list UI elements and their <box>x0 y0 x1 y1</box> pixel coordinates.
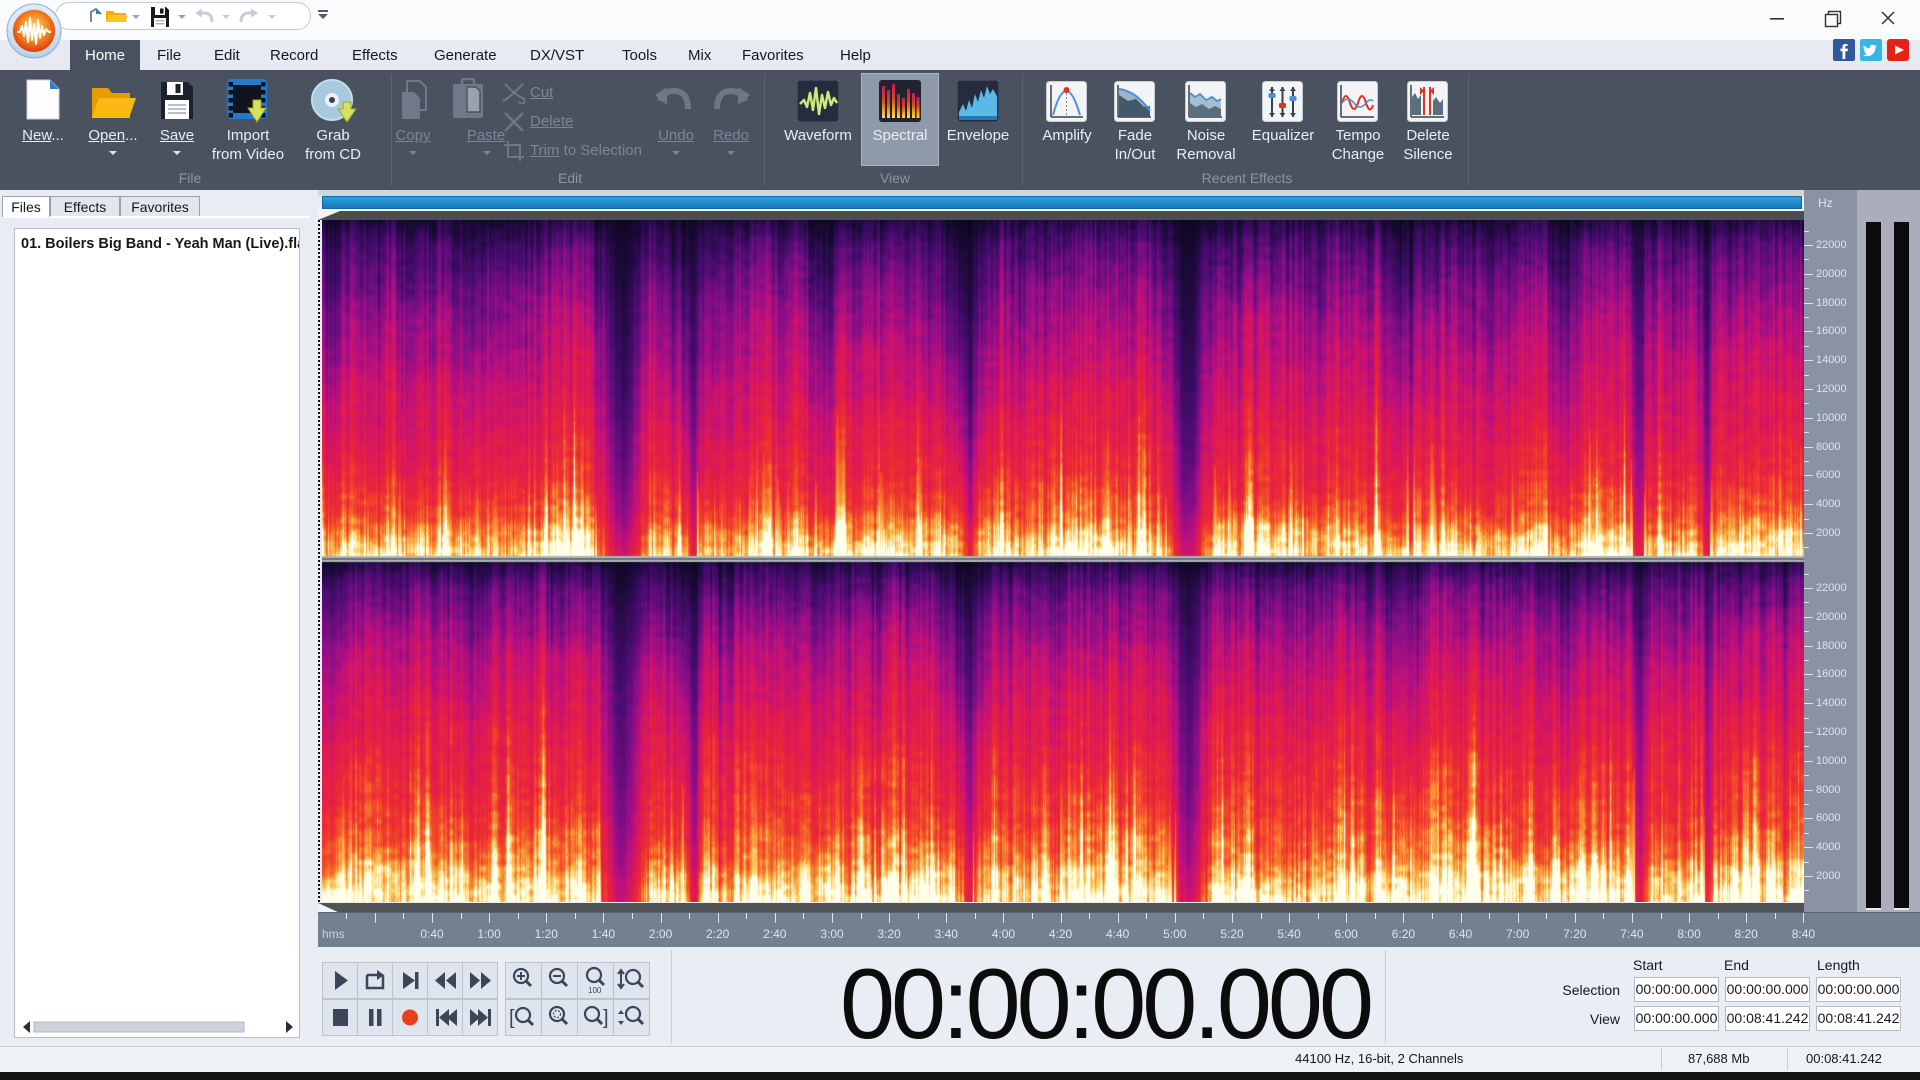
svg-text:100: 100 <box>588 986 602 995</box>
svg-text:]: ] <box>603 1007 609 1029</box>
svg-text:[: [ <box>509 1007 515 1029</box>
